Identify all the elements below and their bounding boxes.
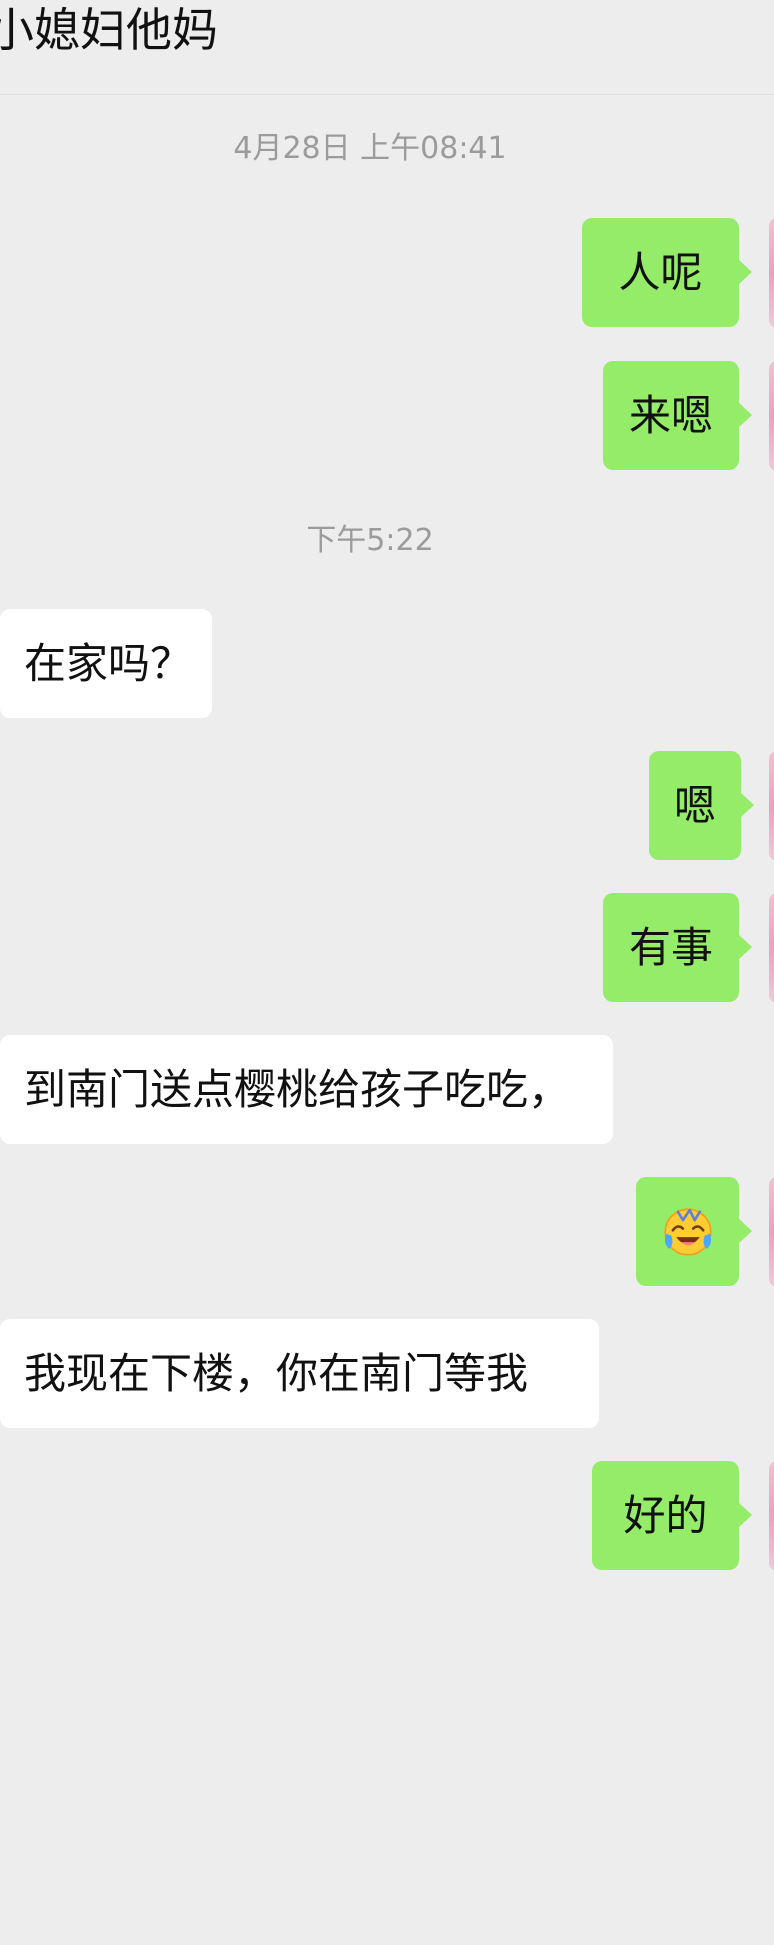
avatar[interactable] bbox=[769, 1461, 774, 1571]
incoming-message[interactable]: 我现在下楼，你在南门等我 bbox=[0, 1319, 599, 1428]
chat-title: 小媳妇他妈 bbox=[0, 3, 218, 57]
message-text: 有事 bbox=[628, 923, 713, 972]
outgoing-message[interactable]: 嗯 bbox=[649, 751, 754, 860]
avatar[interactable] bbox=[769, 1177, 774, 1287]
avatar[interactable] bbox=[769, 218, 774, 328]
incoming-message[interactable]: 在家吗？ bbox=[0, 609, 212, 718]
message-text: 来嗯 bbox=[628, 391, 713, 440]
message-text: 嗯 bbox=[673, 781, 716, 830]
avatar[interactable] bbox=[769, 751, 774, 861]
avatar[interactable] bbox=[769, 361, 774, 471]
message-text: 我现在下楼，你在南门等我 bbox=[24, 1349, 529, 1398]
timestamp: 4月28日 上午08:41 bbox=[233, 131, 507, 166]
chat-header: 小媳妇他妈 bbox=[0, 0, 774, 95]
avatar[interactable] bbox=[769, 893, 774, 1003]
outgoing-message[interactable]: 有事 bbox=[603, 893, 752, 1002]
message-text: 到南门送点樱桃给孩子吃吃， bbox=[24, 1065, 571, 1114]
outgoing-message[interactable]: 人呢 bbox=[582, 218, 752, 327]
outgoing-message[interactable]: 好的 bbox=[592, 1461, 752, 1570]
face-with-tears-of-joy-icon bbox=[663, 1207, 712, 1256]
message-text: 好的 bbox=[623, 1491, 708, 1540]
message-text: 在家吗？ bbox=[24, 639, 193, 688]
outgoing-message[interactable]: 来嗯 bbox=[603, 361, 752, 470]
timestamp: 下午5:22 bbox=[306, 523, 434, 558]
outgoing-message[interactable] bbox=[636, 1177, 752, 1286]
incoming-message[interactable]: 到南门送点樱桃给孩子吃吃， bbox=[0, 1035, 613, 1144]
message-text: 人呢 bbox=[618, 248, 703, 297]
